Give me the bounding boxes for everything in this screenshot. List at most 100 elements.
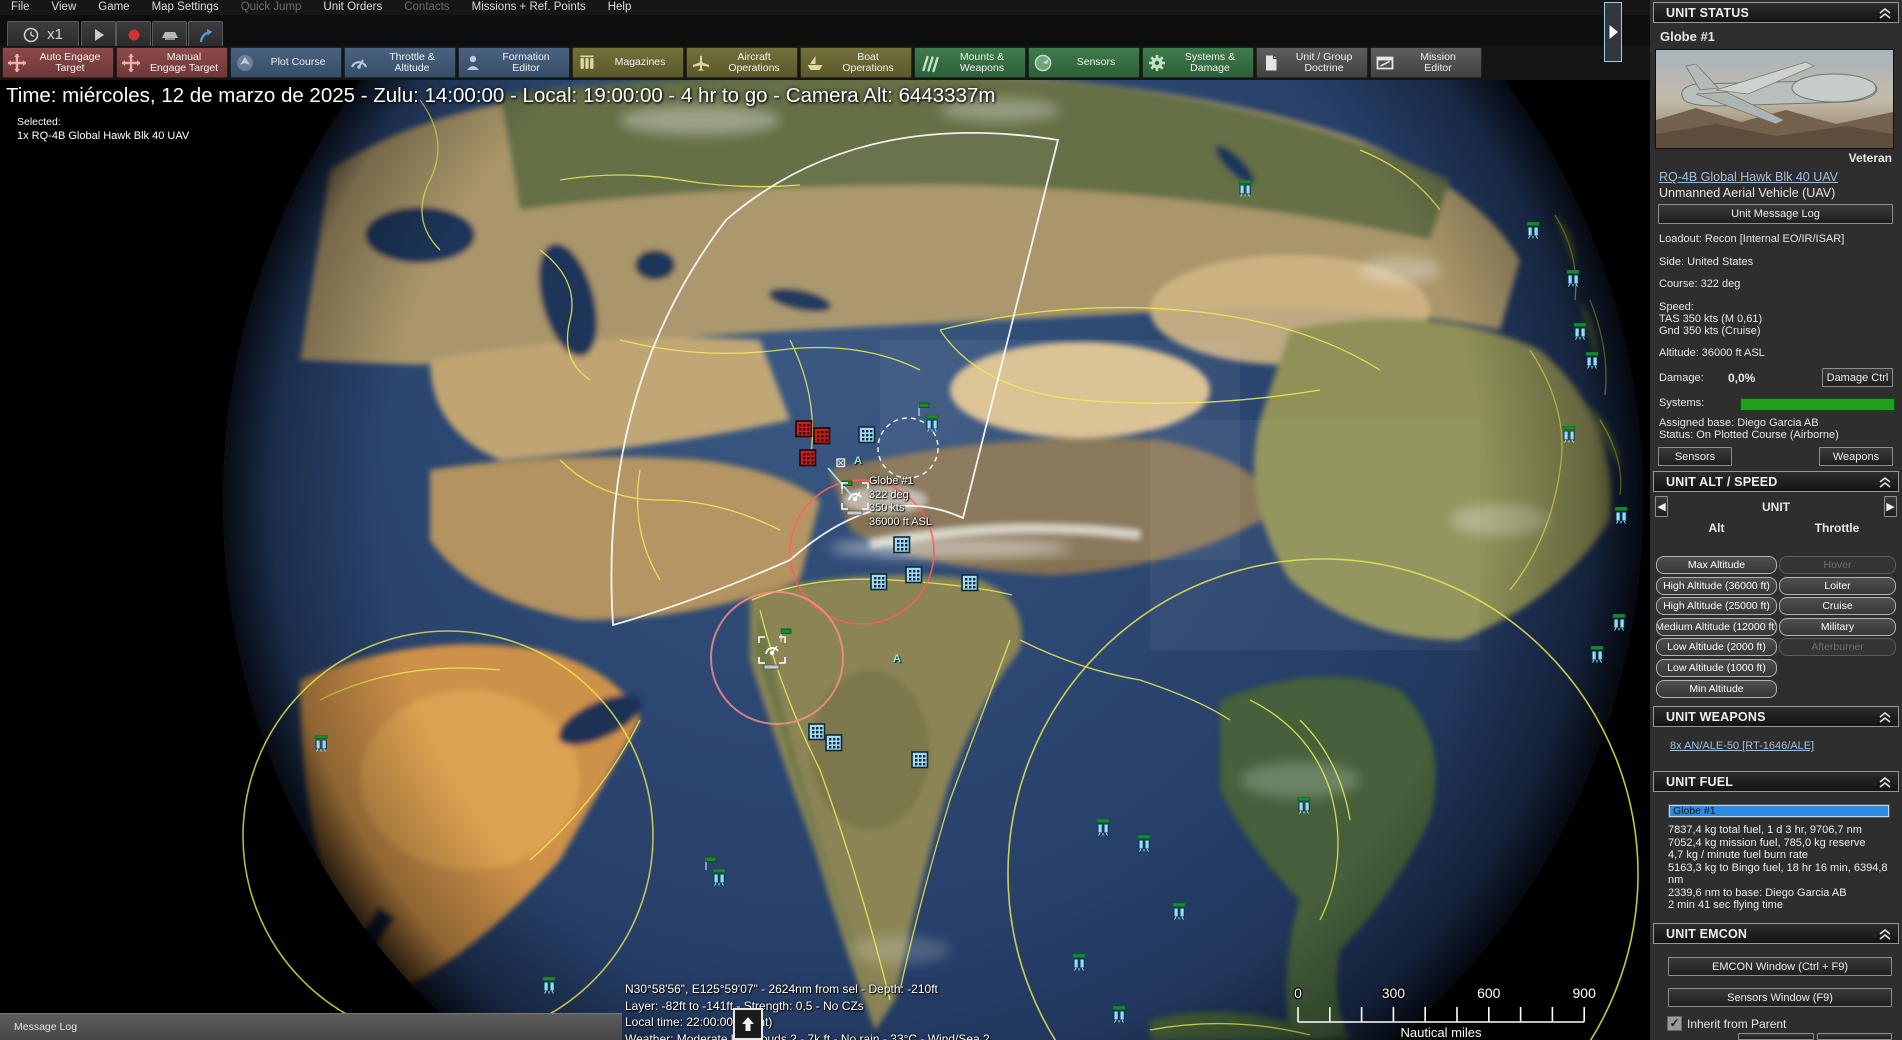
toolbar-button-sensors[interactable]: Sensors	[1028, 47, 1140, 78]
friendly-facility-icon[interactable]	[961, 574, 979, 597]
panel-header-weapons[interactable]: UNIT WEAPONS	[1653, 706, 1899, 727]
expand-message-log-button[interactable]	[733, 1008, 763, 1040]
friendly-unit-icon[interactable]	[1614, 507, 1629, 529]
record-icon	[127, 28, 141, 42]
sensors-button[interactable]: Sensors	[1658, 447, 1732, 466]
unit-class-link[interactable]: RQ-4B Global Hawk Blk 40 UAV	[1659, 170, 1838, 184]
toolbar-button-boat-operations[interactable]: BoatOperations	[800, 47, 912, 78]
friendly-unit-icon[interactable]	[1562, 426, 1577, 448]
menu-item-view[interactable]: View	[41, 0, 88, 14]
friendly-unit-icon[interactable]	[1573, 323, 1588, 345]
airborne-contact-marker[interactable]: A	[893, 653, 901, 665]
friendly-unit-icon[interactable]	[1526, 222, 1541, 244]
alt-button-3[interactable]: Medium Altitude (12000 ft)	[1656, 618, 1777, 636]
collapse-chevron-icon[interactable]	[1879, 712, 1891, 723]
menu-item-map-settings[interactable]: Map Settings	[141, 0, 230, 14]
panel-header-alt-speed[interactable]: UNIT ALT / SPEED	[1653, 471, 1899, 492]
selected-unit-icon[interactable]	[758, 636, 786, 675]
alt-button-5[interactable]: Low Altitude (1000 ft)	[1656, 659, 1777, 677]
step-button[interactable]	[152, 21, 187, 48]
toolbar-button-systems-damage[interactable]: Systems &Damage	[1142, 47, 1254, 78]
alt-button-0[interactable]: Max Altitude	[1656, 556, 1777, 574]
toolbar-button-throttle-altitude[interactable]: Throttle &Altitude	[344, 47, 456, 78]
friendly-facility-icon[interactable]	[858, 426, 876, 449]
hostile-facility-icon[interactable]	[813, 427, 831, 450]
friendly-facility-icon[interactable]	[905, 566, 923, 589]
unit-label-altitude: 36000 ft ASL	[869, 516, 932, 530]
hostile-facility-icon[interactable]	[799, 449, 817, 472]
menu-item-file[interactable]: File	[0, 0, 41, 14]
bottom-partial-button-1[interactable]	[1738, 1033, 1814, 1040]
friendly-unit-icon[interactable]	[1590, 646, 1605, 668]
friendly-unit-icon[interactable]	[1612, 614, 1627, 636]
damage-ctrl-button[interactable]: Damage Ctrl	[1822, 368, 1893, 387]
friendly-unit-icon[interactable]	[1566, 270, 1581, 292]
jump-button[interactable]	[188, 21, 223, 48]
friendly-facility-icon[interactable]	[893, 536, 911, 559]
toolbar-button-manual-engage[interactable]: ManualEngage Target	[116, 47, 228, 78]
menu-item-help[interactable]: Help	[597, 0, 643, 14]
friendly-unit-icon[interactable]	[1137, 835, 1152, 857]
toolbar-button-mission-editor[interactable]: MissionEditor	[1370, 47, 1482, 78]
time-compression-button[interactable]: x1	[7, 21, 79, 48]
selected-unit-icon[interactable]	[841, 482, 869, 521]
message-log-bar[interactable]: Message Log	[0, 1013, 622, 1040]
friendly-unit-icon[interactable]	[314, 735, 329, 757]
friendly-unit-icon[interactable]	[1072, 954, 1087, 976]
toolbar-button-plot-course[interactable]: Plot Course	[230, 47, 342, 78]
toolbar-button-aircraft-operations[interactable]: AircraftOperations	[686, 47, 798, 78]
toolbar-button-auto-engage[interactable]: Auto EngageTarget	[2, 47, 114, 78]
alt-button-1[interactable]: High Altitude (36000 ft)	[1656, 577, 1777, 595]
unit-label-speed: 350 kts	[869, 502, 932, 516]
unit-message-log-button[interactable]: Unit Message Log	[1658, 204, 1893, 224]
menu-item-unit-orders[interactable]: Unit Orders	[312, 0, 393, 14]
friendly-unit-icon[interactable]	[1112, 1006, 1127, 1028]
friendly-unit-icon[interactable]	[1172, 903, 1187, 925]
panel-header-fuel[interactable]: UNIT FUEL	[1653, 771, 1899, 792]
emcon-window-button[interactable]: EMCON Window (Ctrl + F9)	[1668, 957, 1892, 976]
airborne-contact-marker[interactable]: A	[854, 455, 862, 467]
toolbar-button-mounts-weapons[interactable]: Mounts &Weapons	[914, 47, 1026, 78]
menu-item-game[interactable]: Game	[87, 0, 140, 14]
friendly-unit-icon[interactable]	[1585, 352, 1600, 374]
panel-header-unit-status[interactable]: UNIT STATUS	[1653, 2, 1899, 23]
collapse-chevron-icon[interactable]	[1879, 929, 1891, 940]
friendly-unit-icon[interactable]	[1238, 180, 1253, 202]
throttle-button-military[interactable]: Military	[1779, 618, 1896, 636]
waypoint-marker[interactable]	[836, 455, 846, 473]
friendly-facility-icon[interactable]	[911, 751, 929, 774]
hostile-facility-icon[interactable]	[795, 420, 813, 443]
friendly-facility-icon[interactable]	[825, 734, 843, 757]
play-button[interactable]	[81, 21, 116, 48]
toolbar-button-unit-group-doctrine[interactable]: Unit / GroupDoctrine	[1256, 47, 1368, 78]
weapon-link[interactable]: 8x AN/ALE-50 [RT-1646/ALE]	[1670, 740, 1814, 752]
alt-button-2[interactable]: High Altitude (25000 ft)	[1656, 597, 1777, 615]
sidebar-collapse-button[interactable]	[1604, 2, 1622, 62]
inherit-parent-checkbox[interactable]: ✓	[1667, 1016, 1682, 1031]
throttle-button-cruise[interactable]: Cruise	[1779, 597, 1896, 615]
throttle-button-loiter[interactable]: Loiter	[1779, 577, 1896, 595]
menu-item-missions-ref-points[interactable]: Missions + Ref. Points	[461, 0, 597, 14]
bottom-partial-button-2[interactable]	[1817, 1033, 1892, 1040]
friendly-facility-icon[interactable]	[808, 723, 826, 746]
alt-button-6[interactable]: Min Altitude	[1656, 680, 1777, 698]
record-button[interactable]	[116, 21, 151, 48]
fuel-selected-item[interactable]: Globe #1	[1668, 804, 1890, 818]
flag-marker[interactable]	[704, 856, 718, 876]
toolbar-button-magazines[interactable]: Magazines	[572, 47, 684, 78]
friendly-unit-icon[interactable]	[542, 977, 557, 999]
friendly-unit-icon[interactable]	[1096, 819, 1111, 841]
collapse-chevron-icon[interactable]	[1879, 777, 1891, 788]
map-status-line-4: Weather: Moderate low clouds 2 - 7k ft -…	[625, 1031, 990, 1040]
emcon-title: UNIT EMCON	[1666, 927, 1747, 941]
panel-header-emcon[interactable]: UNIT EMCON	[1653, 923, 1899, 944]
sensors-window-button[interactable]: Sensors Window (F9)	[1668, 988, 1892, 1007]
collapse-chevron-icon[interactable]	[1879, 8, 1891, 19]
toolbar-button-formation-editor[interactable]: FormationEditor	[458, 47, 570, 78]
friendly-unit-icon[interactable]	[1297, 797, 1312, 819]
alt-button-4[interactable]: Low Altitude (2000 ft)	[1656, 638, 1777, 656]
weapons-button[interactable]: Weapons	[1819, 447, 1893, 466]
flag-marker[interactable]	[917, 402, 931, 422]
friendly-facility-icon[interactable]	[870, 573, 888, 596]
collapse-chevron-icon[interactable]	[1879, 477, 1891, 488]
